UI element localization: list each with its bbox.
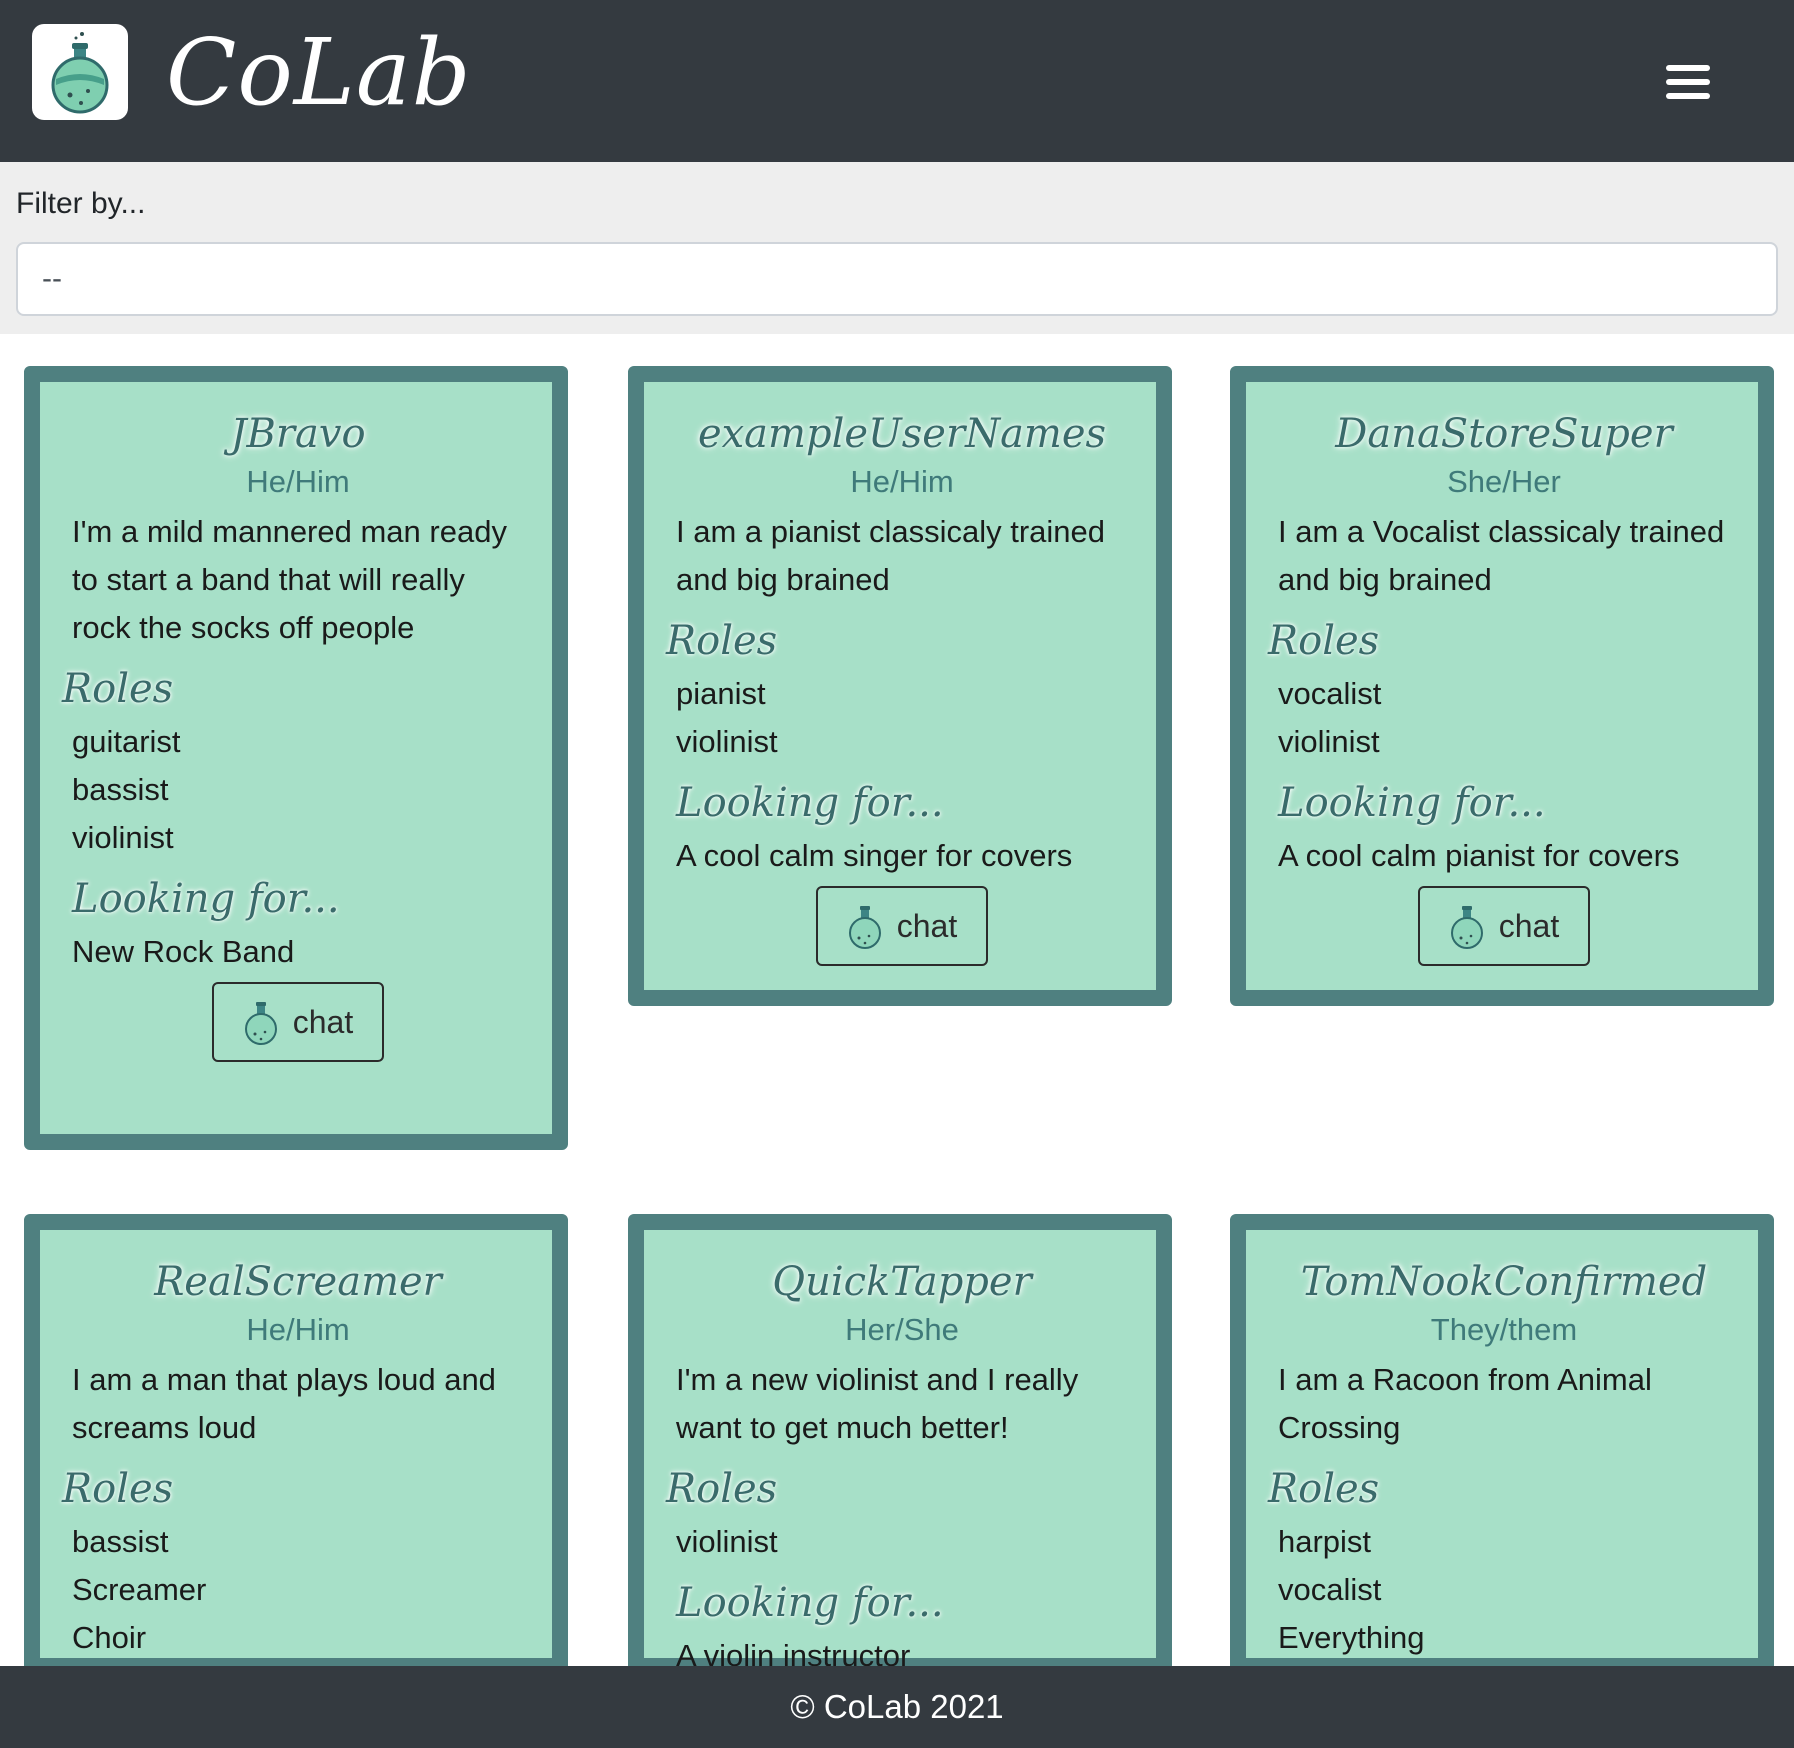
role-item: violinist [676,1524,778,1559]
card-username: DanaStoreSuper [1335,411,1673,457]
role-item: violinist [676,724,778,759]
card-bio: I am a Vocalist classicaly trained and b… [1278,514,1725,597]
card-bio: I am a man that plays loud and screams l… [72,1362,496,1445]
filter-section: Filter by... -- [0,162,1794,334]
role-item: harpist [1278,1524,1372,1559]
user-card: exampleUserNames He/Him I am a pianist c… [628,366,1172,1006]
looking-for-heading: Looking for... [72,876,340,922]
roles-heading: Roles [666,618,778,664]
chat-button[interactable]: chat [212,982,384,1062]
user-card: QuickTapper Her/She I'm a new violinist … [628,1214,1172,1674]
card-username: TomNookConfirmed [1300,1259,1708,1305]
chat-button-label: chat [292,1003,354,1040]
roles-heading: Roles [666,1466,778,1512]
flask-icon [848,906,881,949]
hamburger-menu-icon[interactable] [1650,56,1726,108]
looking-for-text: New Rock Band [72,934,295,969]
card-username: QuickTapper [772,1259,1032,1305]
menu-bar [1666,93,1710,99]
role-item: pianist [676,676,766,711]
user-card: DanaStoreSuper She/Her I am a Vocalist c… [1230,366,1774,1006]
role-item: guitarist [72,724,181,759]
copyright-text: © CoLab 2021 [790,1688,1004,1725]
looking-for-text: A cool calm pianist for covers [1278,838,1680,873]
card-pronouns: They/them [1430,1312,1578,1347]
looking-for-heading: Looking for... [1278,780,1546,826]
footer: © CoLab 2021 [0,1666,1794,1748]
filter-label: Filter by... [16,187,146,220]
flask-icon [51,32,109,114]
roles-heading: Roles [62,1466,174,1512]
roles-heading: Roles [1268,1466,1380,1512]
card-bio: I'm a new violinist and I really want to… [676,1362,1079,1445]
role-item: Choir [72,1620,147,1655]
role-item: bassist [72,1524,169,1559]
looking-for-heading: Looking for... [676,1580,944,1626]
role-item: violinist [72,820,174,855]
chat-button[interactable]: chat [1418,886,1590,966]
user-card: TomNookConfirmed They/them I am a Racoon… [1230,1214,1774,1674]
card-pronouns: He/Him [246,1312,350,1347]
card-bio: I am a Racoon from Animal Crossing [1278,1362,1652,1445]
card-pronouns: He/Him [850,464,954,499]
menu-bar [1666,79,1710,85]
role-item: violinist [1278,724,1380,759]
looking-for-text: A cool calm singer for covers [676,838,1073,873]
flask-icon [244,1002,277,1045]
card-username: RealScreamer [154,1259,442,1305]
card-pronouns: She/Her [1447,464,1561,499]
chat-button[interactable]: chat [816,886,988,966]
card-bio: I am a pianist classicaly trained and bi… [676,514,1106,597]
card-username: exampleUserNames [697,411,1107,457]
role-item: bassist [72,772,169,807]
role-item: Screamer [72,1572,207,1607]
role-item: vocalist [1278,1572,1382,1607]
chat-button-label: chat [896,907,958,944]
card-pronouns: He/Him [246,464,350,499]
logo-link[interactable] [32,24,128,120]
brand-title[interactable]: CoLab [166,18,472,128]
navbar: CoLab [0,0,1794,162]
card-username: JBravo [230,411,366,457]
filter-select[interactable]: -- [16,242,1778,316]
role-item: vocalist [1278,676,1382,711]
menu-bar [1666,65,1710,71]
roles-heading: Roles [1268,618,1380,664]
card-bio: I'm a mild mannered man ready to start a… [72,514,507,645]
roles-heading: Roles [62,666,174,712]
user-card: JBravo He/Him I'm a mild mannered man re… [24,366,568,1150]
looking-for-heading: Looking for... [676,780,944,826]
card-pronouns: Her/She [845,1312,959,1347]
flask-icon [1450,906,1483,949]
user-card: RealScreamer He/Him I am a man that play… [24,1214,568,1674]
chat-button-label: chat [1498,907,1560,944]
role-item: Everything [1278,1620,1425,1655]
